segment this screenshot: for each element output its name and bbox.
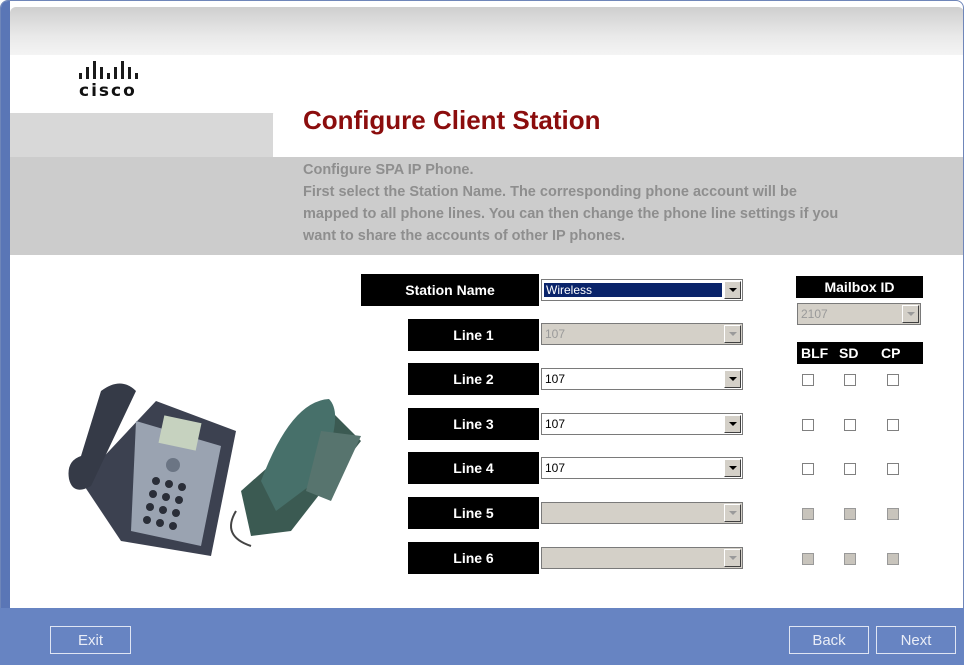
mailbox-id-value: 2107 <box>801 307 828 321</box>
line-4-label: Line 4 <box>408 452 539 484</box>
line-3-value: 107 <box>545 417 566 431</box>
blf-header: BLF <box>801 345 829 361</box>
line-1-value: 107 <box>545 327 566 341</box>
chevron-down-icon[interactable] <box>724 415 741 433</box>
line-4-select[interactable]: 107 <box>541 457 743 479</box>
line-3-label: Line 3 <box>408 408 539 440</box>
line-5-cp-checkbox[interactable] <box>887 508 899 520</box>
line-6-label: Line 6 <box>408 542 539 574</box>
line-3-cp-checkbox[interactable] <box>887 419 899 431</box>
line-6-blf-checkbox[interactable] <box>802 553 814 565</box>
mailbox-id-select[interactable]: 2107 <box>797 303 921 325</box>
chevron-down-icon[interactable] <box>724 549 741 567</box>
window-left-edge <box>1 1 10 609</box>
cisco-logo: cisco <box>79 61 138 101</box>
line-6-cp-checkbox[interactable] <box>887 553 899 565</box>
back-button[interactable]: Back <box>789 626 869 654</box>
key-headers: BLF SD CP <box>797 342 923 364</box>
description-line: Configure SPA IP Phone. <box>303 162 474 178</box>
ip-phones-image <box>68 383 361 556</box>
line-1-label: Line 1 <box>408 319 539 351</box>
line-6-select[interactable] <box>541 547 743 569</box>
line-2-select[interactable]: 107 <box>541 368 743 390</box>
line-4-cp-checkbox[interactable] <box>887 463 899 475</box>
wizard-window: cisco Configure Client Station Configure… <box>0 0 964 665</box>
line-5-select[interactable] <box>541 502 743 524</box>
line-6-sd-checkbox[interactable] <box>844 553 856 565</box>
line-3-sd-checkbox[interactable] <box>844 419 856 431</box>
line-4-value: 107 <box>545 461 566 475</box>
cp-header: CP <box>881 345 901 361</box>
description-line: want to share the accounts of other IP p… <box>303 228 626 244</box>
line-2-cp-checkbox[interactable] <box>887 374 899 386</box>
station-name-label: Station Name <box>361 274 539 306</box>
station-name-select[interactable]: Wireless <box>541 279 743 301</box>
description-band-left <box>10 157 273 255</box>
chevron-down-icon[interactable] <box>724 504 741 522</box>
mailbox-id-label: Mailbox ID <box>796 276 923 298</box>
chevron-down-icon[interactable] <box>724 281 741 299</box>
line-2-blf-checkbox[interactable] <box>802 374 814 386</box>
sd-header: SD <box>839 345 859 361</box>
line-5-blf-checkbox[interactable] <box>802 508 814 520</box>
line-4-blf-checkbox[interactable] <box>802 463 814 475</box>
line-1-select[interactable]: 107 <box>541 323 743 345</box>
cisco-logo-text: cisco <box>79 81 137 101</box>
description-line: First select the Station Name. The corre… <box>303 184 797 200</box>
page-description: Configure SPA IP Phone. First select the… <box>303 159 943 247</box>
chevron-down-icon[interactable] <box>724 459 741 477</box>
page-title: Configure Client Station <box>303 105 601 135</box>
line-2-label: Line 2 <box>408 363 539 395</box>
line-4-sd-checkbox[interactable] <box>844 463 856 475</box>
line-3-blf-checkbox[interactable] <box>802 419 814 431</box>
exit-button[interactable]: Exit <box>50 626 131 654</box>
line-5-sd-checkbox[interactable] <box>844 508 856 520</box>
chevron-down-icon[interactable] <box>724 325 741 343</box>
header-gradient <box>10 7 963 55</box>
line-2-sd-checkbox[interactable] <box>844 374 856 386</box>
line-3-select[interactable]: 107 <box>541 413 743 435</box>
description-line: mapped to all phone lines. You can then … <box>303 206 839 222</box>
line-5-label: Line 5 <box>408 497 539 529</box>
next-button[interactable]: Next <box>876 626 956 654</box>
line-2-value: 107 <box>545 372 566 386</box>
chevron-down-icon[interactable] <box>902 305 919 323</box>
cisco-logo-bars-icon <box>79 61 138 79</box>
station-name-value: Wireless <box>543 282 723 298</box>
chevron-down-icon[interactable] <box>724 370 741 388</box>
